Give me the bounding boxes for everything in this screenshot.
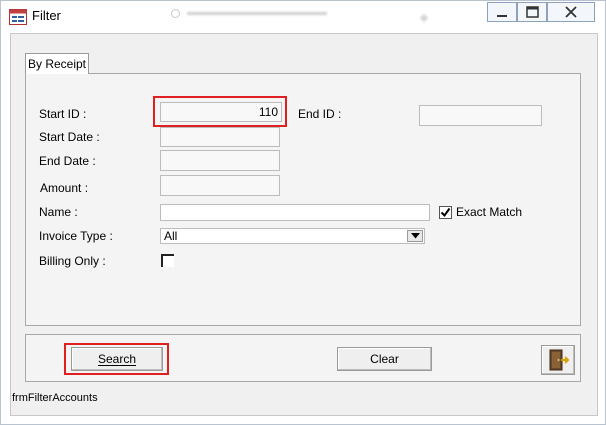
start-date-label: Start Date : (39, 130, 100, 144)
start-id-highlight (153, 96, 287, 127)
end-date-field[interactable] (160, 150, 280, 171)
exact-match-label: Exact Match (456, 205, 523, 219)
checkmark-icon (440, 207, 451, 218)
close-icon (565, 6, 577, 18)
invoice-type-value: All (164, 229, 178, 243)
title-bar[interactable]: Filter (1, 1, 605, 33)
filter-window: Filter By Receipt Start ID : 110 End ID … (0, 0, 606, 425)
close-button[interactable] (547, 2, 595, 22)
end-id-label: End ID : (298, 107, 342, 121)
chevron-down-icon (410, 233, 420, 239)
name-label: Name : (39, 205, 78, 219)
form-icon (9, 9, 27, 25)
end-id-field[interactable] (419, 105, 542, 126)
minimize-icon (497, 15, 507, 17)
name-field[interactable] (160, 204, 430, 221)
invoice-type-label: Invoice Type : (39, 229, 113, 243)
billing-only-label: Billing Only : (39, 254, 106, 268)
tab-by-receipt[interactable]: By Receipt (25, 53, 89, 74)
search-highlight (64, 343, 169, 375)
form-name-label: frmFilterAccounts (12, 392, 98, 404)
maximize-icon (525, 6, 539, 18)
minimize-button[interactable] (487, 2, 517, 22)
invoice-type-select[interactable]: All (160, 228, 425, 244)
amount-field[interactable] (160, 175, 280, 196)
exit-button[interactable] (541, 345, 575, 375)
dropdown-button[interactable] (407, 230, 423, 242)
clear-button[interactable]: Clear (337, 347, 432, 371)
billing-only-checkbox[interactable] (161, 254, 174, 267)
start-id-label: Start ID : (39, 107, 87, 121)
end-date-label: End Date : (39, 154, 96, 168)
exact-match-checkbox[interactable] (439, 206, 452, 219)
window-title: Filter (32, 8, 61, 23)
amount-label: Amount : (40, 181, 89, 195)
exit-door-icon (549, 349, 570, 371)
start-date-field[interactable] (160, 127, 280, 147)
maximize-button[interactable] (517, 2, 547, 22)
clear-button-label: Clear (370, 352, 399, 366)
background-window-ghost (171, 7, 429, 23)
